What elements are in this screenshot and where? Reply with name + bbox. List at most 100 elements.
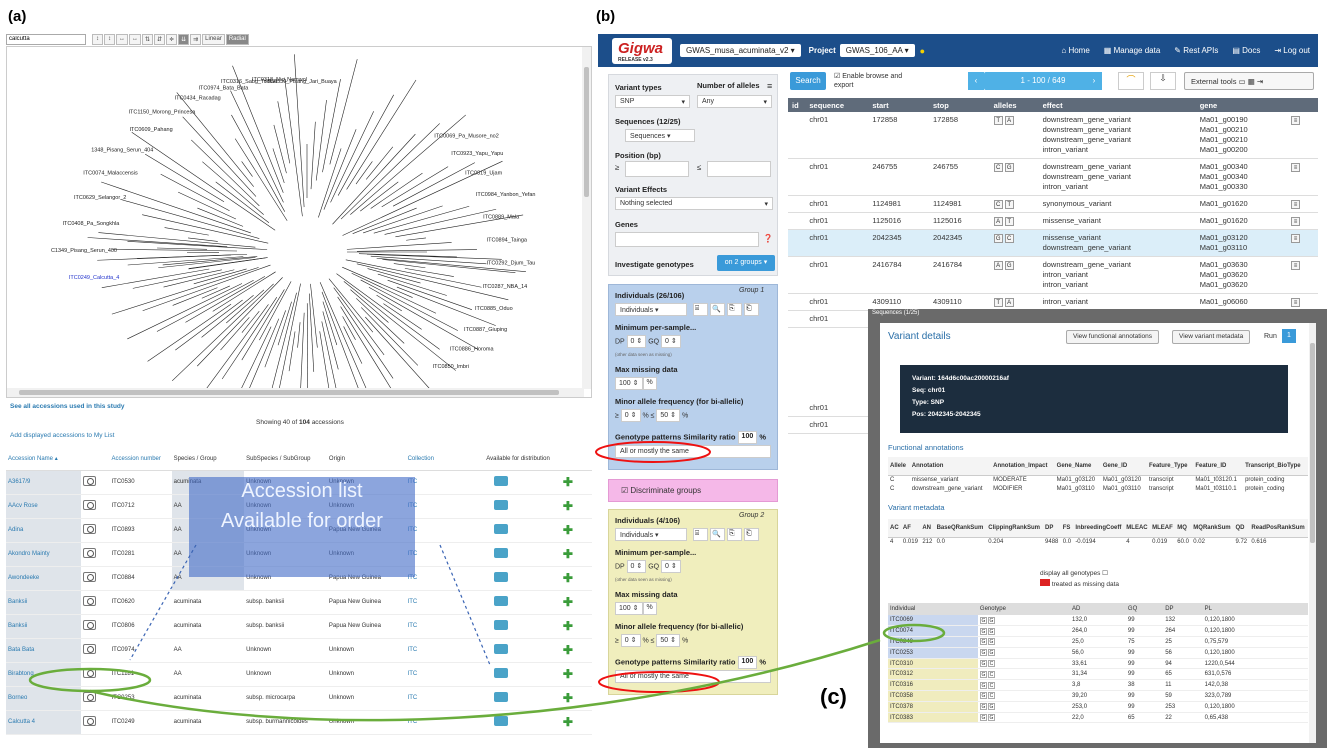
search-button[interactable]: Search	[790, 72, 826, 90]
details-icon[interactable]: ≡	[1290, 298, 1300, 307]
variant-row[interactable]: chr01 2416784 2416784 A Gdownstream_gene_var…	[788, 256, 1318, 294]
variant-row[interactable]: chr01 1125016 1125016 A Tmissense_variant Ma0…	[788, 212, 1318, 230]
accession-name[interactable]: Awondeeke	[6, 566, 81, 591]
download-icon[interactable]: ⇩	[1150, 72, 1176, 90]
cart-icon[interactable]	[494, 500, 509, 510]
tree-leaf-label[interactable]: ITC1150_Morong_Princesa	[128, 110, 196, 116]
nav-logout[interactable]: ⇥ Log out	[1274, 46, 1310, 55]
accession-name[interactable]: Bata Bata	[6, 638, 81, 663]
add-to-list-icon[interactable]: ✚	[563, 691, 573, 705]
maf-low-input[interactable]: 0 ⇕	[620, 409, 641, 422]
run-number[interactable]: 1	[1282, 329, 1296, 343]
add-to-list-icon[interactable]: ✚	[563, 523, 573, 537]
similarity-input[interactable]: 100	[737, 431, 758, 444]
add-to-list-icon[interactable]: ✚	[563, 619, 573, 633]
tree-leaf-label[interactable]: ITC0984_Yanbon_Yefan	[476, 192, 536, 198]
effects-select[interactable]: Nothing selected ▾	[615, 197, 773, 210]
sort-asc-button[interactable]: ⇅	[142, 33, 154, 45]
accession-name[interactable]: AAcv Rose	[6, 494, 81, 519]
gigwa-logo[interactable]: Gigwa RELEASE v2.3	[612, 37, 672, 64]
tree-leaf-label[interactable]: ITC0609_Pahang	[130, 127, 173, 133]
camera-icon[interactable]	[82, 500, 96, 510]
tree-leaf-label[interactable]: ITC0292_Djum_Tau	[486, 261, 535, 267]
dp-input[interactable]: 0 ⇕	[626, 335, 647, 348]
tree-leaf-label[interactable]: ITC0316_Sabg_Todlah	[221, 79, 277, 85]
maf-low-input[interactable]: 0 ⇕	[620, 634, 641, 647]
add-to-list-link[interactable]: Add displayed accessions to My List	[10, 432, 114, 439]
cart-icon[interactable]	[494, 596, 509, 606]
cart-icon[interactable]	[494, 692, 509, 702]
num-alleles-select[interactable]: Any ▾	[697, 95, 772, 108]
tree-leaf-label[interactable]: ITC0434_Racadag	[175, 96, 221, 102]
accession-name[interactable]: Calcutta 4	[6, 710, 81, 735]
tree-leaf-label[interactable]: ITC0074_Malaccensis	[83, 170, 138, 176]
col-collection[interactable]: Collection	[405, 448, 485, 471]
add-to-list-icon[interactable]: ✚	[563, 499, 573, 513]
col-accession-number[interactable]: Accession number	[109, 448, 172, 471]
nav-rest-apis[interactable]: ✎ Rest APIs	[1174, 46, 1218, 55]
details-icon[interactable]: ≡	[1290, 234, 1300, 243]
tree-search-input[interactable]	[6, 33, 86, 45]
add-to-list-icon[interactable]: ✚	[563, 715, 573, 729]
camera-icon[interactable]	[82, 596, 96, 606]
tree-leaf-label[interactable]: ITC0974_Bata_Bata	[198, 85, 249, 91]
mode-button-2[interactable]: ⇉	[190, 33, 202, 45]
add-to-list-icon[interactable]: ✚	[563, 643, 573, 657]
mode-button-1[interactable]: ⇊	[178, 33, 190, 45]
maf-high-input[interactable]: 50 ⇕	[656, 634, 681, 647]
cart-icon[interactable]	[494, 620, 509, 630]
dp-input[interactable]: 0 ⇕	[626, 560, 647, 573]
max-missing-input[interactable]: 100 ⇕	[615, 602, 643, 615]
info-icon[interactable]: ●	[920, 46, 925, 56]
variant-types-select[interactable]: SNP ▾	[615, 95, 690, 108]
position-end-input[interactable]	[707, 161, 771, 177]
align-button[interactable]: ≑	[166, 33, 178, 45]
tree-leaf-label[interactable]: ITC0850_Imbri	[433, 364, 469, 370]
tree-icon[interactable]: ⌸	[693, 528, 708, 541]
accession-name[interactable]: Borneo	[6, 686, 81, 711]
tree-leaf-label[interactable]: ITC0819_Ujam	[465, 171, 502, 177]
camera-icon[interactable]	[82, 692, 96, 702]
gq-input[interactable]: 0 ⇕	[661, 335, 681, 348]
accession-name[interactable]: Birabtong	[6, 662, 81, 687]
tree-leaf-label[interactable]: ITC0887_Giuping	[464, 327, 507, 333]
accession-name[interactable]: A3617/9	[6, 470, 81, 495]
tree-horizontal-scrollbar[interactable]	[7, 388, 584, 397]
project-select[interactable]: GWAS_106_AA ▾	[839, 44, 915, 57]
expand-horizontal-button[interactable]: ↔	[116, 33, 128, 45]
tree-leaf-label[interactable]: ITC0249_Calcutta_4	[69, 275, 119, 281]
tree-leaf-label[interactable]: 1348_Pisang_Serun_404	[91, 147, 153, 153]
similarity-input[interactable]: 100	[737, 656, 758, 669]
discriminate-groups-checkbox[interactable]: ☑ Discriminate groups	[608, 479, 778, 502]
maf-high-input[interactable]: 50 ⇕	[656, 409, 681, 422]
tree-leaf-label[interactable]: ITC0886_Horoma	[450, 347, 495, 353]
cart-icon[interactable]	[494, 548, 509, 558]
view-variant-metadata-button[interactable]: View variant metadata	[1172, 330, 1251, 344]
genotype-patterns-select[interactable]: All or mostly the same	[615, 445, 771, 458]
external-tools-button[interactable]: External tools ▭ ▦ ⇥	[1184, 72, 1314, 90]
copy-icon[interactable]: ⎘	[727, 528, 742, 541]
browse-export-checkbox[interactable]: ☑ Enable browse and export	[834, 72, 914, 90]
see-all-accessions-link[interactable]: See all accessions used in this study	[10, 403, 125, 410]
tree-leaf-label[interactable]: ITC0408_Pa_Songkhla	[62, 221, 120, 227]
details-icon[interactable]: ≡	[1290, 116, 1300, 125]
accession-name[interactable]: Adina	[6, 518, 81, 543]
tree-leaf-label[interactable]: ITC0629_Selangor_2	[74, 195, 126, 201]
investigate-select[interactable]: on 2 groups ▾	[717, 255, 775, 271]
details-icon[interactable]: ≡	[1290, 163, 1300, 172]
accession-name[interactable]: Banksii	[6, 614, 81, 639]
cart-icon[interactable]	[494, 644, 509, 654]
cart-icon[interactable]	[494, 572, 509, 582]
tree-icon[interactable]: ⌸	[693, 303, 708, 316]
camera-icon[interactable]	[82, 644, 96, 654]
add-to-list-icon[interactable]: ✚	[563, 571, 573, 585]
paste-icon[interactable]: ⎗	[744, 303, 759, 316]
max-missing-input[interactable]: 100 ⇕	[615, 377, 643, 390]
radial-button[interactable]: Radial	[225, 33, 249, 45]
tree-leaf-label[interactable]: ITC0894_Tainga	[487, 237, 528, 243]
camera-icon[interactable]	[82, 620, 96, 630]
camera-icon[interactable]	[82, 668, 96, 678]
variant-row[interactable]: chr01 1124981 1124981 C Tsynonymous_variant M…	[788, 195, 1318, 213]
genes-input[interactable]	[615, 232, 759, 247]
position-start-input[interactable]	[625, 161, 689, 177]
